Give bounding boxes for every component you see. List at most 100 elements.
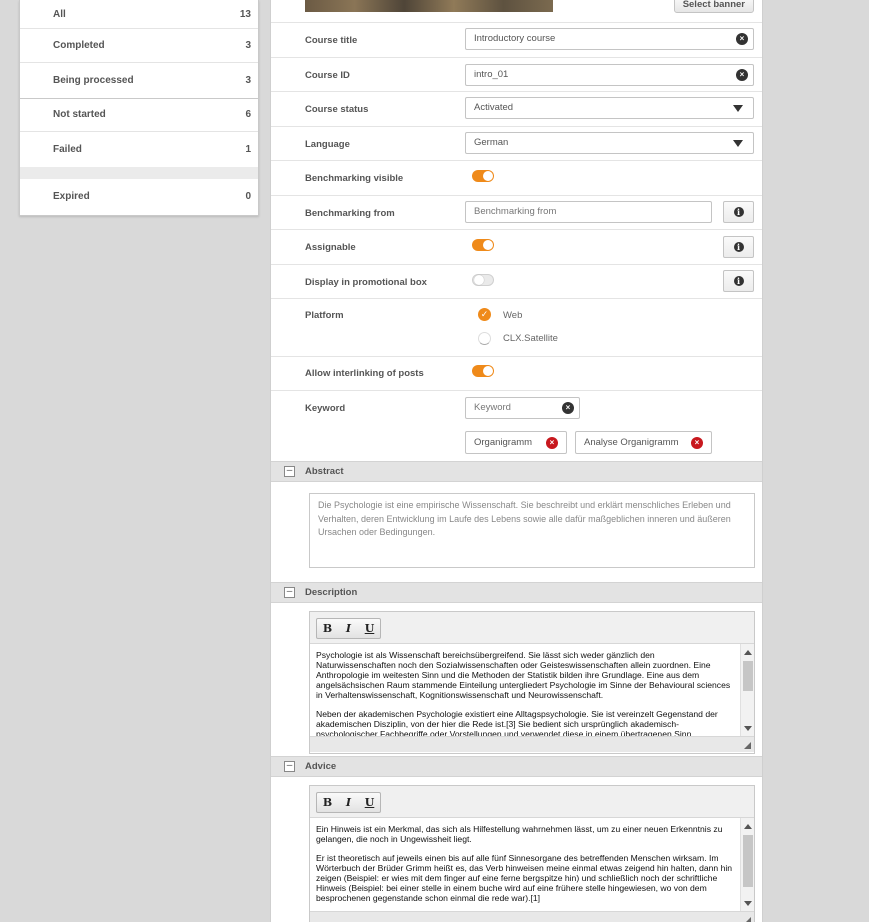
platform-satellite-radio[interactable] (478, 332, 491, 345)
filter-being-processed[interactable]: Being processed 3 (20, 63, 258, 97)
underline-button[interactable]: U (359, 793, 380, 812)
promo-box-toggle[interactable] (472, 274, 494, 286)
filter-count: 13 (239, 8, 251, 20)
platform-web-radio[interactable]: ✓ (478, 308, 491, 321)
language-label: Language (305, 139, 350, 150)
info-icon: i (733, 242, 744, 252)
keyword-tag: Organigramm × (465, 431, 567, 454)
dropdown-arrow-icon (733, 140, 743, 147)
filter-failed[interactable]: Failed 1 (20, 132, 258, 166)
filter-label: Failed (53, 143, 82, 155)
editor-toolbar: B I U (310, 612, 754, 644)
filter-label: All (53, 8, 66, 20)
editor-statusbar (310, 736, 754, 752)
info-button[interactable]: i (723, 236, 754, 258)
resize-grip-icon[interactable] (744, 742, 751, 749)
editor-paragraph: Ein Hinweis ist ein Merkmal, das sich al… (316, 824, 723, 844)
filter-count: 6 (245, 109, 251, 121)
platform-satellite-label: CLX.Satellite (503, 333, 558, 344)
filter-count: 1 (245, 143, 251, 155)
section-title: Abstract (305, 466, 344, 477)
tag-label: Organigramm (474, 437, 533, 448)
collapse-icon[interactable]: – (284, 466, 295, 477)
abstract-section-header[interactable]: – Abstract (271, 461, 762, 482)
platform-label: Platform (305, 310, 344, 321)
filter-count: 3 (245, 75, 251, 87)
info-button[interactable]: i (723, 270, 754, 292)
scroll-thumb[interactable] (743, 835, 753, 887)
keyword-placeholder: Keyword (474, 402, 511, 413)
advice-section-header[interactable]: – Advice (271, 756, 762, 777)
scrollbar[interactable] (740, 644, 754, 736)
filter-label: Completed (53, 40, 105, 52)
scroll-up-icon[interactable] (744, 650, 752, 655)
editor-paragraph: Er ist theoretisch auf jeweils einen bis… (316, 853, 733, 903)
advice-editor-body[interactable]: Ein Hinweis ist ein Merkmal, das sich al… (310, 818, 754, 911)
italic-button[interactable]: I (338, 793, 359, 812)
course-title-value: Introductory course (474, 33, 556, 44)
language-select[interactable]: German (465, 132, 754, 154)
collapse-icon[interactable]: – (284, 761, 295, 772)
italic-button[interactable]: I (338, 619, 359, 638)
scroll-thumb[interactable] (743, 661, 753, 691)
format-button-group: B I U (316, 792, 381, 813)
filter-not-started[interactable]: Not started 6 (20, 97, 258, 133)
benchmarking-visible-row: Benchmarking visible (271, 161, 762, 196)
banner-row: Select banner (271, 0, 762, 23)
editor-paragraph: Neben der akademischen Psychologie exist… (316, 709, 718, 736)
editor-toolbar: B I U (310, 786, 754, 818)
select-banner-button[interactable]: Select banner (673, 0, 754, 13)
platform-row: Platform ✓ Web CLX.Satellite (271, 299, 762, 357)
language-value: German (474, 137, 509, 148)
assignable-label: Assignable (305, 242, 356, 253)
platform-web-label: Web (503, 310, 523, 321)
clear-icon[interactable]: × (736, 69, 748, 81)
benchmarking-from-row: Benchmarking from Benchmarking from i (271, 196, 762, 230)
course-title-row: Course title Introductory course × (271, 23, 762, 58)
bold-button[interactable]: B (317, 793, 338, 812)
clear-icon[interactable]: × (562, 402, 574, 414)
scroll-down-icon[interactable] (744, 726, 752, 731)
benchmarking-from-input[interactable]: Benchmarking from (465, 201, 712, 223)
scrollbar[interactable] (740, 818, 754, 911)
filter-completed[interactable]: Completed 3 (20, 29, 258, 64)
assignable-toggle[interactable] (472, 239, 494, 251)
info-button[interactable]: i (723, 201, 754, 223)
clear-icon[interactable]: × (736, 33, 748, 45)
remove-tag-icon[interactable]: × (546, 437, 558, 449)
filter-label: Not started (53, 109, 106, 121)
course-id-input[interactable]: intro_01 × (465, 64, 754, 86)
bold-button[interactable]: B (317, 619, 338, 638)
status-filter-sidebar: All 13 Completed 3 Being processed 3 Not st… (19, 0, 259, 216)
filter-all[interactable]: All 13 (20, 0, 258, 29)
format-button-group: B I U (316, 618, 381, 639)
promo-box-label: Display in promotional box (305, 277, 427, 288)
keyword-input[interactable]: Keyword × (465, 397, 580, 419)
tag-label: Analyse Organigramm (584, 437, 679, 448)
language-row: Language German (271, 127, 762, 161)
filter-count: 3 (245, 40, 251, 52)
abstract-textarea[interactable]: Die Psychologie ist eine empirische Wiss… (309, 493, 755, 568)
benchmarking-from-placeholder: Benchmarking from (474, 206, 557, 217)
description-editor-body[interactable]: Psychologie ist als Wissenschaft bereich… (310, 644, 754, 736)
resize-grip-icon[interactable] (744, 917, 751, 922)
section-title: Description (305, 587, 358, 598)
dropdown-arrow-icon (733, 105, 743, 112)
course-title-label: Course title (305, 35, 358, 46)
interlinking-toggle[interactable] (472, 365, 494, 377)
collapse-icon[interactable]: – (284, 587, 295, 598)
info-icon: i (733, 276, 744, 286)
remove-tag-icon[interactable]: × (691, 437, 703, 449)
course-status-select[interactable]: Activated (465, 97, 754, 119)
scroll-up-icon[interactable] (744, 824, 752, 829)
editor-statusbar (310, 911, 754, 922)
course-id-row: Course ID intro_01 × (271, 58, 762, 92)
filter-expired[interactable]: Expired 0 (20, 179, 258, 215)
description-section-header[interactable]: – Description (271, 582, 762, 603)
benchmarking-visible-toggle[interactable] (472, 170, 494, 182)
underline-button[interactable]: U (359, 619, 380, 638)
advice-editor: B I U Ein Hinweis ist ein Merkmal, das s… (309, 785, 755, 922)
sidebar-divider (20, 166, 258, 179)
course-title-input[interactable]: Introductory course × (465, 28, 754, 50)
scroll-down-icon[interactable] (744, 901, 752, 906)
